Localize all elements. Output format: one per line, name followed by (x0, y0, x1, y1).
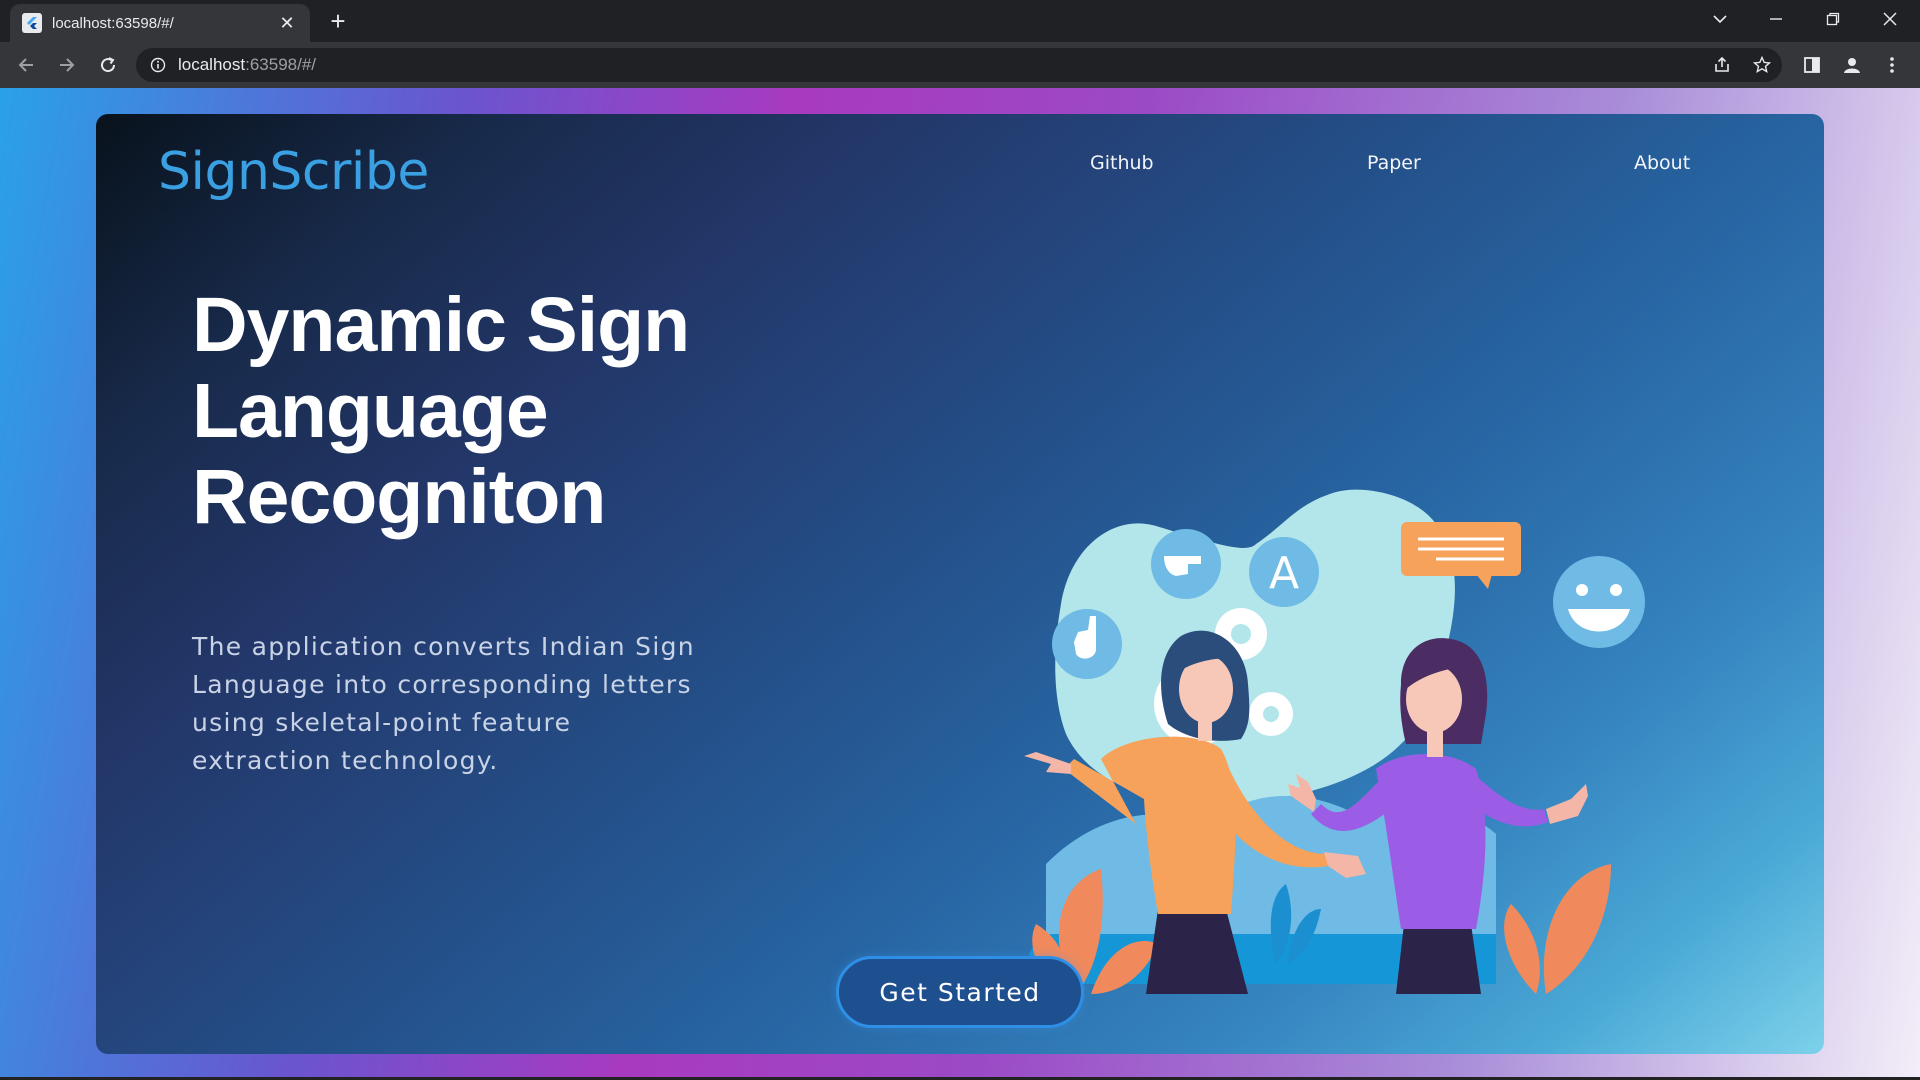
restore-icon[interactable] (1813, 0, 1853, 38)
hand-sign-bubble-1-icon (1052, 609, 1122, 679)
close-window-icon[interactable] (1870, 0, 1910, 38)
back-icon[interactable] (10, 49, 42, 81)
minimize-icon[interactable] (1756, 0, 1796, 38)
new-tab-icon[interactable]: + (322, 6, 354, 38)
forward-icon[interactable] (51, 49, 83, 81)
get-started-button[interactable]: Get Started (836, 956, 1084, 1028)
headline-line-3: Recogniton (192, 454, 606, 540)
letter-bubble-text: A (1269, 548, 1299, 599)
profile-icon[interactable] (1836, 49, 1868, 81)
menu-kebab-icon[interactable] (1876, 49, 1908, 81)
letter-bubble-icon: A (1249, 537, 1319, 607)
address-bar[interactable]: localhost:63598/#/ (136, 48, 1782, 82)
tab-title: localhost:63598/#/ (52, 14, 174, 32)
browser-toolbar: localhost:63598/#/ (0, 42, 1920, 88)
hero-headline: Dynamic Sign Language Recogniton (192, 282, 812, 540)
sign-language-illustration: A (1024, 489, 1645, 994)
site-info-icon[interactable] (150, 57, 166, 73)
share-icon[interactable] (1706, 49, 1738, 81)
smiley-bubble-icon (1553, 556, 1645, 648)
page-viewport: SignScribe Github Paper About Dynamic Si… (0, 88, 1920, 1080)
hero-description: The application converts Indian Sign Lan… (192, 632, 695, 775)
url-path: :63598/#/ (245, 55, 317, 74)
bookmark-star-icon[interactable] (1746, 49, 1778, 81)
nav-link-paper[interactable]: Paper (1367, 152, 1421, 174)
nav-link-github[interactable]: Github (1090, 152, 1154, 174)
hero-card: SignScribe Github Paper About Dynamic Si… (96, 114, 1824, 1054)
reload-icon[interactable] (92, 49, 124, 81)
hand-sign-bubble-2-icon (1151, 529, 1221, 599)
browser-tab[interactable]: localhost:63598/#/ ✕ (10, 4, 310, 42)
browser-tabstrip: localhost:63598/#/ ✕ + (0, 0, 1920, 42)
url-host: localhost (178, 55, 246, 74)
tab-search-icon[interactable] (1700, 0, 1740, 38)
leaves-right (1504, 864, 1611, 994)
side-panel-icon[interactable] (1796, 49, 1828, 81)
headline-line-1: Dynamic Sign (192, 282, 690, 368)
tab-close-icon[interactable]: ✕ (276, 13, 298, 34)
nav-link-about[interactable]: About (1634, 152, 1690, 174)
headline-line-2: Language (192, 368, 549, 454)
site-logo[interactable]: SignScribe (158, 142, 429, 202)
flutter-favicon-icon (22, 13, 42, 33)
